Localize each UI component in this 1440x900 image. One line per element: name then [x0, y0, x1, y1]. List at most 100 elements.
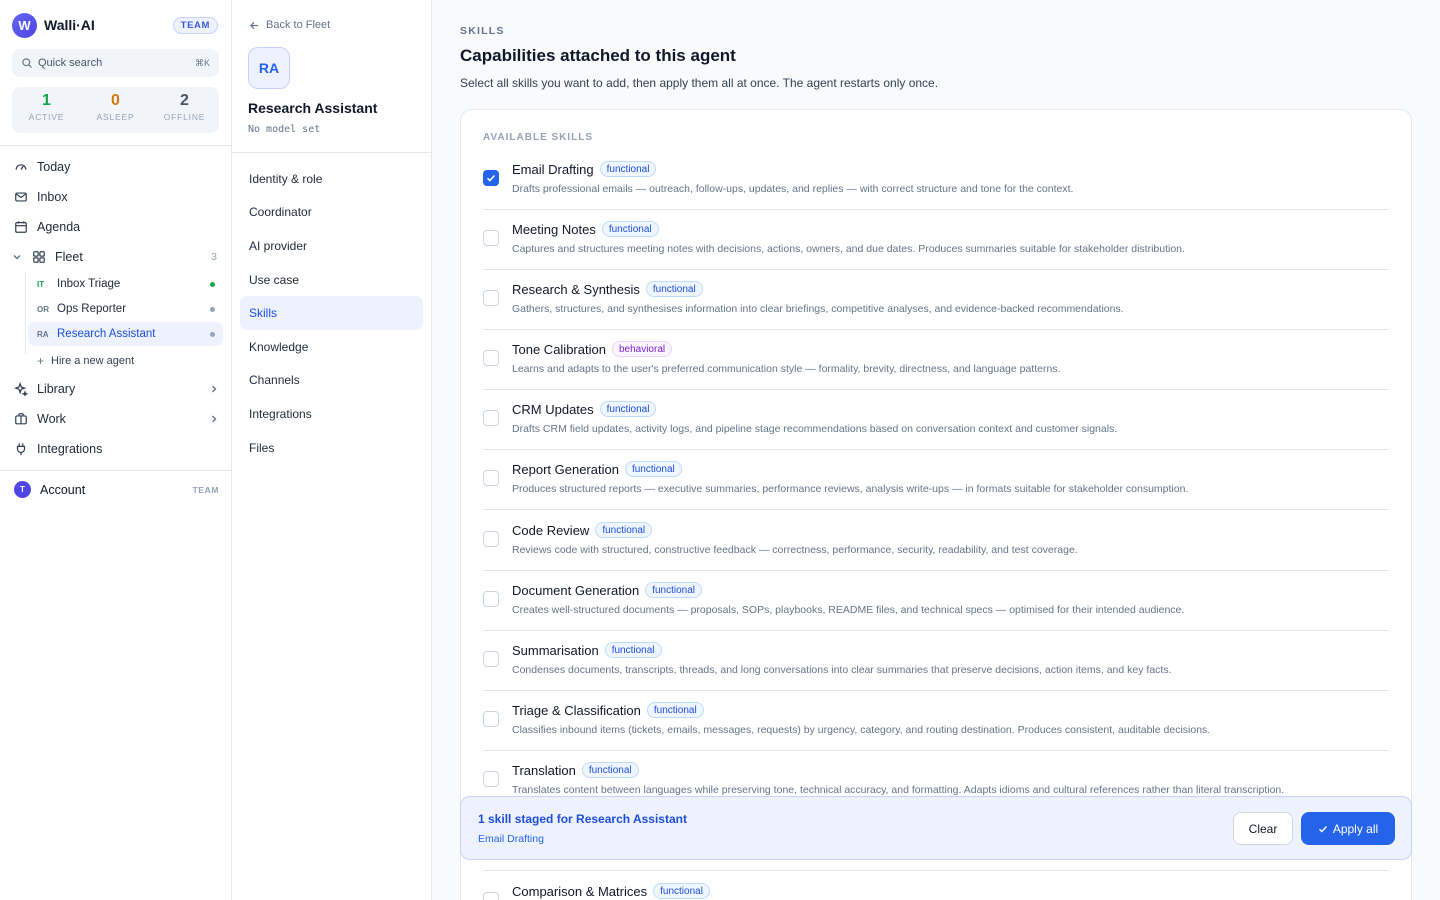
- stat-asleep-label: ASLEEP: [96, 112, 135, 122]
- avatar: T: [14, 481, 31, 498]
- skill-row[interactable]: Triage & Classification functional Classif…: [483, 691, 1389, 751]
- skill-row[interactable]: Summarisation functional Condenses documen…: [483, 631, 1389, 691]
- skill-checkbox[interactable]: [483, 711, 499, 727]
- skill-checkbox[interactable]: [483, 651, 499, 667]
- skill-checkbox[interactable]: [483, 892, 499, 900]
- skill-checkbox[interactable]: [483, 350, 499, 366]
- page-title: Capabilities attached to this agent: [460, 46, 736, 65]
- skill-row[interactable]: Comparison & Matrices functional: [483, 872, 1389, 900]
- skill-name: Summarisation: [512, 642, 599, 658]
- skill-checkbox[interactable]: [483, 170, 499, 186]
- account-plan-tag: TEAM: [192, 484, 219, 495]
- section-eyebrow: SKILLS: [460, 25, 505, 37]
- nav-item-agenda[interactable]: Agenda: [0, 212, 231, 242]
- plug-icon: [16, 443, 26, 456]
- nav-item-integrations[interactable]: Integrations: [0, 434, 231, 464]
- clear-button[interactable]: Clear: [1233, 812, 1293, 845]
- skill-row[interactable]: CRM Updates functional Drafts CRM field up…: [483, 390, 1389, 450]
- settings-item-coordinator[interactable]: Coordinator: [240, 196, 423, 230]
- stat-offline[interactable]: 2 OFFLINE: [150, 87, 219, 133]
- skill-checkbox[interactable]: [483, 470, 499, 486]
- skill-description: Produces structured reports — executive …: [512, 483, 1189, 495]
- apply-all-label: Apply all: [1332, 821, 1379, 836]
- skill-row[interactable]: Document Generation functional Creates wel…: [483, 571, 1389, 631]
- skill-type-badge: functional: [645, 582, 702, 598]
- stat-asleep-value: 0: [111, 92, 120, 109]
- skill-title: Translation functional: [512, 762, 639, 778]
- apply-all-button[interactable]: Apply all: [1301, 812, 1395, 845]
- settings-item-files[interactable]: Files: [240, 431, 423, 465]
- agent-name: Research Assistant: [248, 100, 378, 116]
- skill-type-badge: functional: [653, 883, 710, 899]
- nav-item-today[interactable]: Today: [0, 152, 231, 182]
- agent-settings-nav: Identity & role Coordinator AI provider …: [232, 153, 431, 464]
- skill-row[interactable]: Tone Calibration behavioral Learns and ada…: [483, 330, 1389, 390]
- skill-type-badge: functional: [599, 161, 657, 177]
- settings-item-ai-provider[interactable]: AI provider: [240, 229, 423, 263]
- skill-row[interactable]: Report Generation functional Produces stru…: [483, 450, 1389, 510]
- fleet-agent-inbox-triage[interactable]: IT Inbox Triage: [28, 272, 223, 296]
- skill-type-badge: functional: [624, 461, 682, 477]
- skill-checkbox[interactable]: [483, 230, 499, 246]
- nav-item-work[interactable]: Work: [0, 404, 231, 434]
- agent-label: Ops Reporter: [57, 303, 127, 315]
- skill-name: Code Review: [512, 522, 590, 538]
- chevron-down-icon[interactable]: [12, 252, 22, 262]
- fleet-agent-research-assistant[interactable]: RA Research Assistant: [28, 322, 223, 346]
- fleet-stats: 1 ACTIVE 0 ASLEEP 2 OFFLINE: [12, 87, 219, 133]
- nav-item-inbox[interactable]: Inbox: [0, 182, 231, 212]
- skill-title: Research & Synthesis functional: [512, 281, 703, 297]
- settings-item-identity[interactable]: Identity & role: [240, 162, 423, 196]
- check-icon: [1318, 825, 1327, 833]
- skill-checkbox[interactable]: [483, 531, 499, 547]
- back-to-fleet-link[interactable]: Back to Fleet: [232, 0, 431, 31]
- skill-row[interactable]: Code Review functional Reviews code with s…: [483, 511, 1389, 571]
- nav-label-fleet: Fleet: [55, 250, 83, 264]
- chevron-right-icon: [212, 385, 217, 393]
- nav-item-fleet[interactable]: Fleet 3: [0, 242, 231, 272]
- calendar-icon: [15, 221, 27, 233]
- settings-item-channels[interactable]: Channels: [240, 364, 423, 398]
- agent-label: Inbox Triage: [57, 278, 121, 290]
- settings-item-use-case[interactable]: Use case: [240, 263, 423, 297]
- settings-item-integrations[interactable]: Integrations: [240, 397, 423, 431]
- main-nav: Today Inbox Agenda Fleet 3 IT Inbox Tria…: [0, 146, 231, 464]
- skill-checkbox[interactable]: [483, 410, 499, 426]
- skill-row[interactable]: Research & Synthesis functional Gathers, s…: [483, 270, 1389, 330]
- fleet-agent-ops-reporter[interactable]: OR Ops Reporter: [28, 297, 223, 321]
- nav-item-library[interactable]: Library: [0, 374, 231, 404]
- chevron-right-icon: [212, 415, 217, 423]
- quick-search[interactable]: Quick search ⌘K: [12, 49, 219, 77]
- skill-name: Meeting Notes: [512, 221, 596, 237]
- brand[interactable]: W Walli·AI TEAM: [0, 0, 231, 38]
- hire-agent-button[interactable]: + Hire a new agent: [28, 348, 231, 374]
- sparkle-icon: [14, 382, 28, 396]
- check-icon: [486, 174, 496, 182]
- skill-checkbox[interactable]: [483, 591, 499, 607]
- skill-checkbox[interactable]: [483, 771, 499, 787]
- skill-title: Document Generation functional: [512, 582, 702, 598]
- skill-checkbox[interactable]: [483, 290, 499, 306]
- stat-asleep[interactable]: 0 ASLEEP: [81, 87, 150, 133]
- available-skills-card: AVAILABLE SKILLS Email Drafting functiona…: [460, 109, 1412, 900]
- status-dot-offline: [210, 306, 215, 312]
- skill-title: Comparison & Matrices functional: [512, 883, 710, 899]
- skill-row[interactable]: Meeting Notes functional Captures and stru…: [483, 210, 1389, 270]
- stat-active[interactable]: 1 ACTIVE: [12, 87, 81, 133]
- briefcase-icon: [15, 413, 27, 425]
- nav-label-agenda: Agenda: [37, 220, 81, 234]
- skill-name: Tone Calibration: [512, 341, 606, 357]
- plus-icon: +: [37, 354, 45, 368]
- settings-item-skills[interactable]: Skills: [240, 296, 423, 330]
- account-menu[interactable]: T Account TEAM: [0, 470, 231, 508]
- card-label: AVAILABLE SKILLS: [483, 132, 594, 143]
- mail-icon: [15, 192, 27, 202]
- skill-description: Drafts professional emails — outreach, f…: [512, 183, 1074, 195]
- settings-item-knowledge[interactable]: Knowledge: [240, 330, 423, 364]
- fleet-count: 3: [211, 251, 217, 263]
- skill-row[interactable]: Email Drafting functional Drafts professio…: [483, 150, 1389, 210]
- skill-type-badge: behavioral: [611, 341, 673, 357]
- gauge-icon: [15, 164, 27, 170]
- skill-name: Research & Synthesis: [512, 281, 640, 297]
- staged-items: Email Drafting: [478, 833, 544, 845]
